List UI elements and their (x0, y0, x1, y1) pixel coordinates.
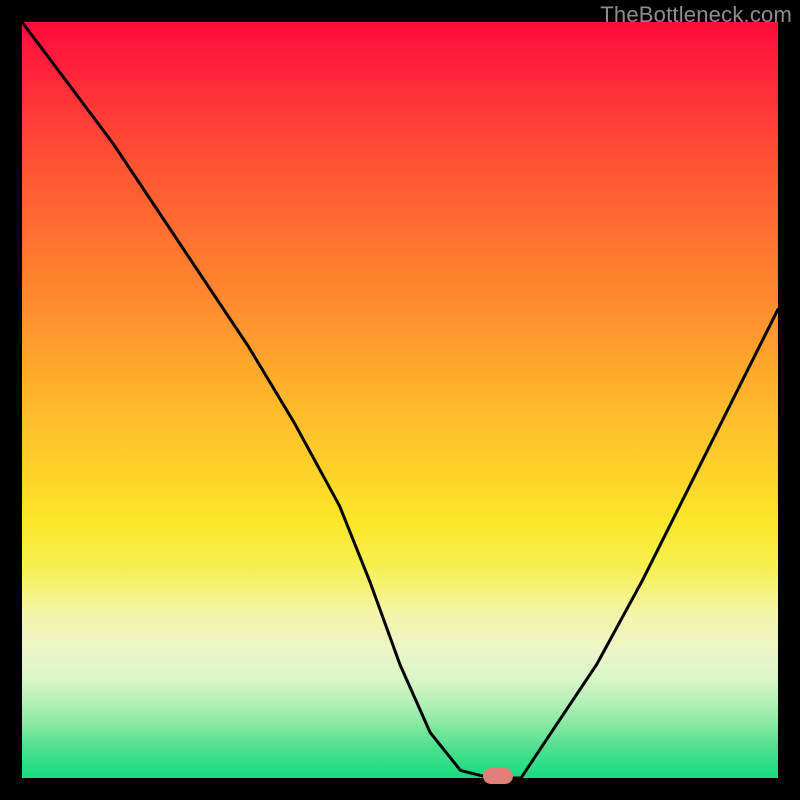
chart-root: TheBottleneck.com (0, 0, 800, 800)
bottleneck-curve (22, 22, 778, 778)
plot-area (22, 22, 778, 778)
optimal-point-marker (483, 768, 513, 784)
curve-layer (22, 22, 778, 778)
